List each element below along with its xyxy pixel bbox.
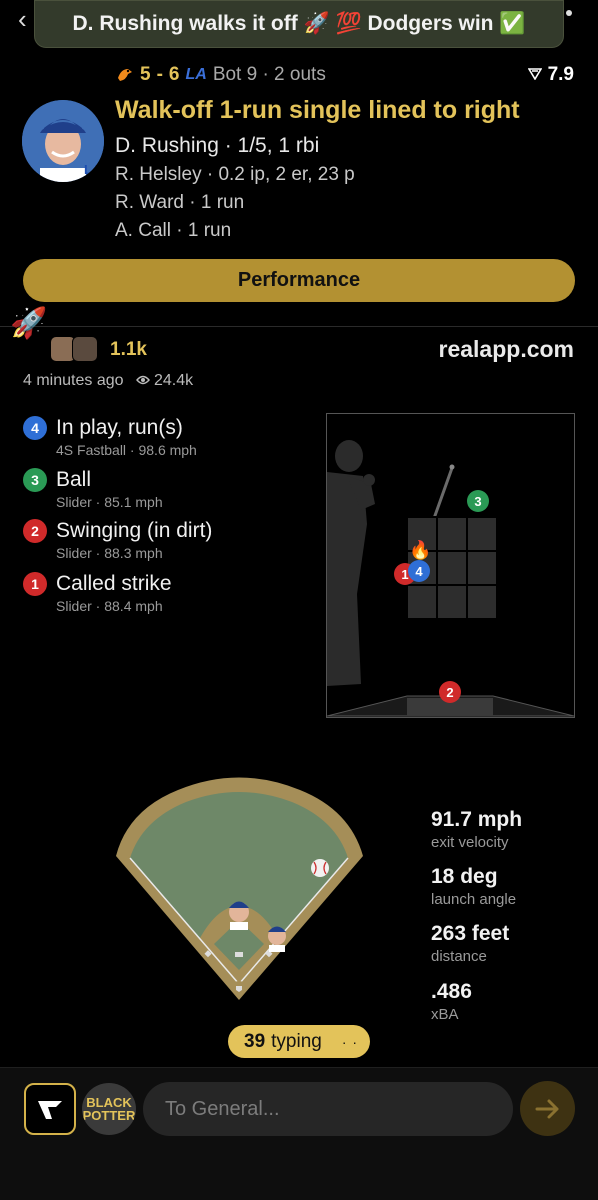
pitch-number-badge: 3	[23, 468, 47, 492]
inning-status: Bot 9 · 2 outs	[212, 64, 326, 85]
channel-avatar[interactable]: BLACK POTTER	[82, 1083, 136, 1135]
pitch-detail: Slider · 88.3 mph	[56, 545, 163, 561]
svg-text:2: 2	[446, 685, 453, 700]
reaction-avatars[interactable]	[50, 336, 98, 362]
pitch-result: Swinging (in dirt)	[56, 519, 213, 542]
pitch-item[interactable]: 3 Ball Slider · 85.1 mph	[23, 468, 163, 510]
player-avatar[interactable]: LA	[22, 100, 104, 182]
runner-line[interactable]: R. Ward · 1 run	[115, 192, 244, 214]
post-meta: 4 minutes ago 24.4k	[23, 372, 193, 390]
pitch-item[interactable]: 1 Called strike Slider · 88.4 mph	[23, 572, 172, 614]
strike-zone-chart: 🔥 3 1 4 2	[326, 413, 575, 718]
score-line: 5-6 LA Bot 9 · 2 outs	[116, 64, 326, 86]
batter-line[interactable]: D. Rushing · 1/5, 1 rbi	[115, 134, 319, 158]
back-chevron-icon[interactable]: ‹	[18, 4, 27, 35]
typing-count: 39	[244, 1030, 266, 1052]
notification-banner[interactable]: D. Rushing walks it off 🚀 💯 Dodgers win …	[34, 0, 564, 48]
pitcher-line[interactable]: R. Helsley · 0.2 ip, 2 er, 23 p	[115, 164, 355, 186]
spray-chart-field	[108, 770, 370, 1015]
send-button[interactable]	[520, 1081, 575, 1136]
views: 24.4k	[135, 372, 193, 390]
site-watermark: realapp.com	[438, 336, 575, 362]
runner-line[interactable]: A. Call · 1 run	[115, 220, 231, 242]
pitch-detail: Slider · 85.1 mph	[56, 494, 163, 510]
stat-launch-angle: 18 deg launch angle	[431, 865, 517, 908]
dodgers-logo-icon: LA	[185, 66, 207, 83]
play-headline: Walk-off 1-run single lined to right	[115, 96, 520, 124]
divider	[0, 326, 598, 327]
reaction-count[interactable]: 1.1k	[110, 339, 147, 361]
svg-text:LA: LA	[84, 162, 102, 177]
more-dot-icon[interactable]	[566, 10, 572, 16]
pitch-result: Ball	[56, 468, 92, 491]
fielder-avatar	[229, 901, 249, 930]
runner-avatar	[268, 926, 286, 952]
wpa-value: 7.9	[527, 64, 574, 86]
pitch-detail: 4S Fastball · 98.6 mph	[56, 442, 197, 458]
svg-text:3: 3	[474, 494, 481, 509]
pitch-item[interactable]: 2 Swinging (in dirt) Slider · 88.3 mph	[23, 519, 212, 561]
pitch-item[interactable]: 4 In play, run(s) 4S Fastball · 98.6 mph	[23, 416, 197, 458]
message-input[interactable]	[143, 1082, 513, 1136]
typing-dots-icon: · ·	[341, 1033, 359, 1050]
svg-text:1: 1	[401, 567, 408, 582]
svg-text:4: 4	[415, 564, 423, 579]
typing-indicator[interactable]: 39 typing · ·	[228, 1025, 370, 1058]
avatar	[72, 336, 98, 362]
typing-label: typing	[271, 1030, 322, 1052]
pitch-number-badge: 2	[23, 519, 47, 543]
orioles-logo-icon	[116, 66, 134, 84]
pitch-marker-3: 3	[467, 490, 489, 512]
pitch-marker-2: 2	[439, 681, 461, 703]
pitch-detail: Slider · 88.4 mph	[56, 598, 163, 614]
rocket-reaction-icon[interactable]: 🚀	[10, 306, 47, 341]
performance-button[interactable]: Performance	[23, 259, 575, 302]
away-score: 5	[140, 64, 151, 85]
arrow-right-icon	[535, 1099, 558, 1118]
pitch-number-badge: 4	[23, 416, 47, 440]
baseball-icon	[311, 859, 329, 877]
banner-text: D. Rushing walks it off 🚀 💯 Dodgers win …	[72, 12, 526, 35]
stat-exit-velocity: 91.7 mph exit velocity	[431, 808, 523, 851]
fire-icon: 🔥	[409, 539, 431, 560]
real-logo-icon	[38, 1101, 62, 1119]
home-score: 6	[168, 64, 180, 85]
app-logo-button[interactable]	[24, 1083, 76, 1135]
wpa-icon	[527, 68, 543, 81]
batter-silhouette	[327, 440, 375, 686]
time-ago: 4 minutes ago	[23, 372, 124, 389]
stat-distance: 263 feet distance	[431, 922, 510, 965]
pitch-marker-4: 4	[408, 560, 430, 582]
pitch-result: In play, run(s)	[56, 416, 183, 439]
pitch-number-badge: 1	[23, 572, 47, 596]
stat-xba: .486 xBA	[431, 980, 472, 1023]
pitch-result: Called strike	[56, 572, 172, 595]
eye-icon	[135, 375, 150, 385]
